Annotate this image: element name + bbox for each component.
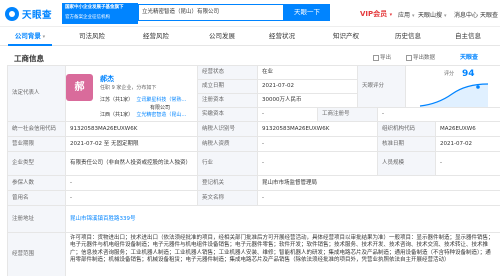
nav-search-tool[interactable]: 天眼山搜 ▾ (418, 10, 446, 19)
legal-rep-company-suffix: 有限公司 (150, 105, 171, 111)
eye-logo-icon (5, 6, 19, 21)
approved-value: 2021-07-02 (435, 136, 500, 151)
staff-value: - (435, 151, 500, 175)
top-bar: 天眼查 国家中小企业发展子基金旗下 官方备案企业征信机构 立光精密智造（昆山）有… (0, 0, 500, 27)
export-data-button[interactable]: 导出数据 (406, 53, 435, 61)
tab-history[interactable]: 历史信息 (388, 27, 428, 46)
vip-menu[interactable]: VIP会员 ▾ (360, 9, 392, 19)
capital-value: 30000万人民币 (257, 93, 357, 107)
logo[interactable]: 天眼查 (5, 6, 52, 21)
tab-judicial-risk[interactable]: 司法风险 (72, 27, 112, 46)
tab-bar: 公司背景 ▾ 司法风险 经营风险 公司发展 经营状况 知识产权 历史信息 自主信… (0, 27, 500, 46)
tab-business-risk[interactable]: 经营风险 (136, 27, 176, 46)
score-label: 评分 (444, 71, 455, 77)
former-name-value: - (65, 190, 197, 205)
tab-business-status[interactable]: 经营状况 (262, 27, 302, 46)
credit-code-value: 91320583MA26EUXW6K (65, 121, 197, 136)
tab-company-background[interactable]: 公司背景 ▾ (8, 27, 52, 46)
nav-user[interactable]: 天眼查 (480, 10, 498, 19)
nav-apps[interactable]: 应用 ▾ (398, 10, 414, 19)
score-value: 94 (462, 69, 475, 79)
industry-value: - (257, 151, 377, 175)
chevron-down-icon: ▾ (443, 13, 447, 19)
insured-value: - (65, 175, 197, 190)
score-marker (476, 85, 480, 89)
promo-banner[interactable]: 国家中小企业发展子基金旗下 官方备案企业征信机构 (62, 3, 138, 24)
taxid-value: 91320583MA26EUXW6K (257, 121, 377, 136)
type-value: 有限责任公司（非自然人投资或控股的法人独资） (65, 151, 197, 175)
legal-rep-region-row[interactable]: 江苏（共1家） 立讯聚星科技（常熟… (100, 96, 186, 103)
taxpayer-value: - (257, 136, 377, 151)
logo-text: 天眼查 (22, 9, 53, 21)
paidin-value: - (257, 107, 317, 121)
chevron-down-icon: ▾ (411, 13, 415, 19)
search-input[interactable]: 立光精密智造（昆山）有限公司 (138, 4, 284, 21)
export-button[interactable]: 导出 (373, 53, 391, 61)
avatar[interactable]: 郝 (66, 74, 93, 101)
legal-rep-region-row[interactable]: 江西（共1家） 立光精密智造（昆山… (100, 111, 186, 118)
legal-rep-summary: 任职 9 家企业，分布如下 (100, 85, 157, 91)
tab-company-development[interactable]: 公司发展 (202, 27, 242, 46)
tab-self-info[interactable]: 自主信息 (448, 27, 488, 46)
chevron-down-icon: ▾ (40, 34, 46, 40)
download-icon (373, 54, 379, 61)
nav-messages[interactable]: 消息中心 (454, 10, 478, 19)
search-button[interactable]: 天眼一下 (284, 4, 330, 21)
score-gauge-chart (419, 83, 489, 107)
english-name-value: - (257, 190, 500, 205)
tab-intellectual-property[interactable]: 知识产权 (326, 27, 366, 46)
brand-watermark: 天眼查 (460, 54, 479, 61)
status-value: 在业 (257, 65, 357, 79)
authority-value: 昆山市市场监督管理局 (257, 175, 500, 190)
business-scope-value: 许可项目：货物进出口；技术进出口（依法须经批准的项目，经相关部门批准后方可开展经… (65, 232, 500, 276)
orgcode-value: MA26EUXW6 (435, 121, 500, 136)
chevron-down-icon: ▾ (389, 12, 393, 18)
regno-value: - (377, 107, 500, 121)
legal-rep-label: 法定代表人 (7, 65, 65, 121)
address-value: 昆山市锦溪镇百胜路339号 (65, 205, 500, 232)
legal-rep-name[interactable]: 郝杰 (100, 74, 114, 84)
established-value: 2021-07-02 (257, 79, 357, 93)
term-value: 2021-07-02 至 无固定期限 (65, 136, 197, 151)
share-icon (406, 54, 412, 61)
section-title: 工商信息 (14, 54, 44, 63)
